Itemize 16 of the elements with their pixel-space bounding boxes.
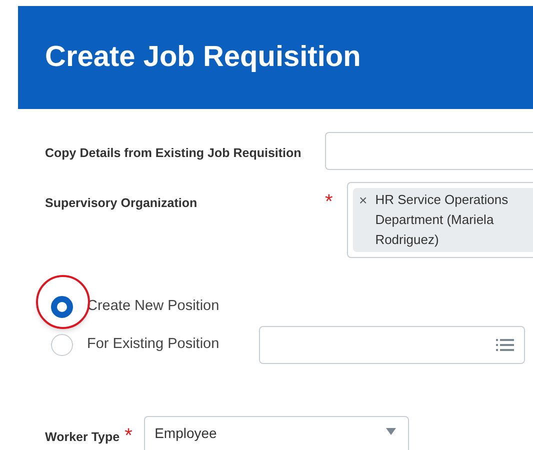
list-icon[interactable] [496, 338, 514, 352]
prompt-field[interactable] [259, 326, 525, 364]
field-label: Supervisory Organization [45, 195, 198, 212]
dropdown-field[interactable]: Employee [144, 416, 409, 450]
radio-label: For Existing Position [87, 335, 220, 354]
caret-icon [386, 428, 396, 435]
chip-text: HR Service Operations Department (Mariela Rodriguez) [375, 191, 510, 249]
radio-button[interactable] [51, 296, 73, 318]
required-mark: * [124, 424, 134, 446]
field-label: Copy Details from Existing Job Requisition [45, 145, 302, 162]
required-mark: * [325, 190, 334, 212]
multiselect-field[interactable]: × HR Service Operations Department (Mariela Rodriguez) [347, 182, 533, 258]
remove-button[interactable]: × [359, 190, 368, 210]
page-title: Create Job Requisition [45, 40, 361, 75]
input-field[interactable] [325, 132, 533, 170]
field-label: Worker Type [45, 429, 120, 446]
